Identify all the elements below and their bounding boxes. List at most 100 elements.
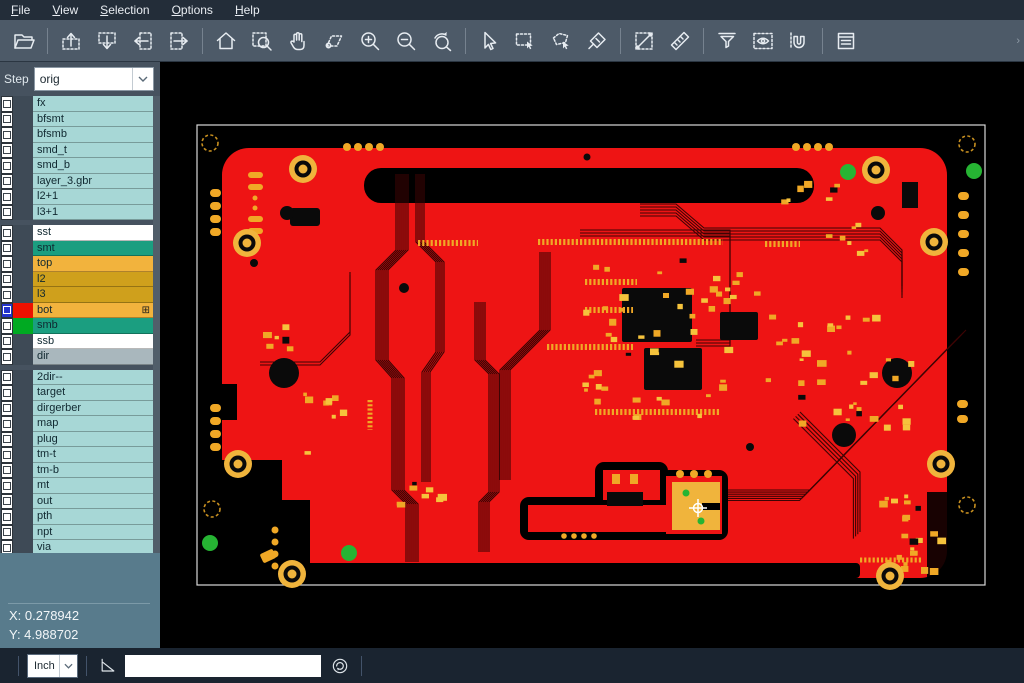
select-rect-button[interactable] — [507, 24, 543, 58]
layer-checkbox[interactable] — [1, 401, 13, 417]
menu-item-view[interactable]: View — [41, 0, 89, 20]
layer-row-dirgerber[interactable]: dirgerber — [0, 401, 160, 417]
layer-checkbox[interactable] — [1, 127, 13, 143]
layer-row-top[interactable]: top — [0, 256, 160, 272]
layer-checkbox[interactable] — [1, 205, 13, 221]
layer-row-dir[interactable]: dir — [0, 349, 160, 365]
zoom-drag-button[interactable] — [316, 24, 352, 58]
move-down-button[interactable] — [89, 24, 125, 58]
status-bar: Inch — [0, 648, 1024, 683]
units-select[interactable]: Inch — [27, 654, 78, 678]
menu-item-options[interactable]: Options — [161, 0, 224, 20]
layer-row-out[interactable]: out — [0, 494, 160, 510]
layer-row-l2+1[interactable]: l2+1 — [0, 189, 160, 205]
move-right-button[interactable] — [161, 24, 197, 58]
layer-label: bfsmb — [33, 127, 153, 143]
layer-checkbox[interactable] — [1, 287, 13, 303]
snap-button[interactable] — [781, 24, 817, 58]
layer-row-l3[interactable]: l3 — [0, 287, 160, 303]
layer-row-l3+1[interactable]: l3+1 — [0, 205, 160, 221]
layer-checkbox[interactable] — [1, 509, 13, 525]
select-button[interactable] — [471, 24, 507, 58]
layer-checkbox[interactable] — [1, 525, 13, 541]
layer-checkbox[interactable] — [1, 385, 13, 401]
layer-row-ssb[interactable]: ssb — [0, 334, 160, 350]
layer-checkbox[interactable] — [1, 112, 13, 128]
sidebar-scrollbar[interactable] — [153, 96, 160, 615]
layer-checkbox[interactable] — [1, 494, 13, 510]
grid-icon[interactable]: ⊞ — [142, 303, 150, 318]
layer-checkbox[interactable] — [1, 318, 13, 334]
layer-checkbox[interactable] — [1, 303, 13, 319]
layer-row-bot[interactable]: bot⊞ — [0, 303, 160, 319]
zoom-in-button[interactable] — [352, 24, 388, 58]
layer-row-smd_b[interactable]: smd_b — [0, 158, 160, 174]
menu-item-selection[interactable]: Selection — [89, 0, 160, 20]
layer-checkbox[interactable] — [1, 272, 13, 288]
layer-checkbox[interactable] — [1, 463, 13, 479]
open-button[interactable] — [6, 24, 42, 58]
layer-row-target[interactable]: target — [0, 385, 160, 401]
layer-row-smt[interactable]: smt — [0, 241, 160, 257]
layer-checkbox[interactable] — [1, 256, 13, 272]
layer-checkbox[interactable] — [1, 349, 13, 365]
layer-checkbox[interactable] — [1, 416, 13, 432]
layer-visibility-button[interactable] — [745, 24, 781, 58]
brush-button[interactable] — [579, 24, 615, 58]
layer-checkbox[interactable] — [1, 174, 13, 190]
layer-row-l2[interactable]: l2 — [0, 272, 160, 288]
pan-icon — [286, 29, 310, 53]
menu-item-help[interactable]: Help — [224, 0, 271, 20]
layer-row-layer_3.gbr[interactable]: layer_3.gbr — [0, 174, 160, 190]
measure-button[interactable] — [626, 24, 662, 58]
layer-row-plug[interactable]: plug — [0, 432, 160, 448]
checkbox-inner — [3, 306, 11, 314]
zoom-window-button[interactable] — [244, 24, 280, 58]
layer-row-bfsmt[interactable]: bfsmt — [0, 112, 160, 128]
report-button[interactable] — [828, 24, 864, 58]
layer-row-pth[interactable]: pth — [0, 509, 160, 525]
layer-checkbox[interactable] — [1, 447, 13, 463]
home-button[interactable] — [208, 24, 244, 58]
refresh-icon[interactable] — [327, 653, 353, 679]
layer-label: smd_t — [33, 143, 153, 159]
select-poly-button[interactable] — [543, 24, 579, 58]
layer-checkbox[interactable] — [1, 225, 13, 241]
ruler-button[interactable] — [662, 24, 698, 58]
layer-checkbox[interactable] — [1, 478, 13, 494]
filter-button[interactable] — [709, 24, 745, 58]
layer-row-npt[interactable]: npt — [0, 525, 160, 541]
layer-row-sst[interactable]: sst — [0, 225, 160, 241]
layer-label: ssb — [33, 334, 153, 350]
layer-checkbox[interactable] — [1, 158, 13, 174]
layer-row-bfsmb[interactable]: bfsmb — [0, 127, 160, 143]
pan-button[interactable] — [280, 24, 316, 58]
layer-checkbox[interactable] — [1, 189, 13, 205]
move-up-button[interactable] — [53, 24, 89, 58]
layer-row-fx[interactable]: fx — [0, 96, 160, 112]
layer-checkbox[interactable] — [1, 432, 13, 448]
pcb-canvas[interactable] — [160, 62, 1024, 648]
checkbox-inner — [3, 435, 11, 443]
layer-color-swatch — [13, 158, 33, 174]
layer-checkbox[interactable] — [1, 370, 13, 386]
step-select[interactable]: orig — [34, 67, 154, 91]
layer-row-mt[interactable]: mt — [0, 478, 160, 494]
layer-row-tm-t[interactable]: tm-t — [0, 447, 160, 463]
layer-checkbox[interactable] — [1, 334, 13, 350]
layer-row-smd_t[interactable]: smd_t — [0, 143, 160, 159]
units-value: Inch — [28, 660, 59, 672]
menu-item-file[interactable]: File — [0, 0, 41, 20]
zoom-out-button[interactable] — [388, 24, 424, 58]
layer-row-tm-b[interactable]: tm-b — [0, 463, 160, 479]
layer-checkbox[interactable] — [1, 96, 13, 112]
layer-row-smb[interactable]: smb — [0, 318, 160, 334]
command-input[interactable] — [125, 655, 321, 677]
layer-checkbox[interactable] — [1, 143, 13, 159]
layer-checkbox[interactable] — [1, 241, 13, 257]
layer-row-2dir--[interactable]: 2dir-- — [0, 370, 160, 386]
corner-measure-icon[interactable] — [95, 653, 121, 679]
layer-row-map[interactable]: map — [0, 416, 160, 432]
move-left-button[interactable] — [125, 24, 161, 58]
zoom-previous-button[interactable] — [424, 24, 460, 58]
